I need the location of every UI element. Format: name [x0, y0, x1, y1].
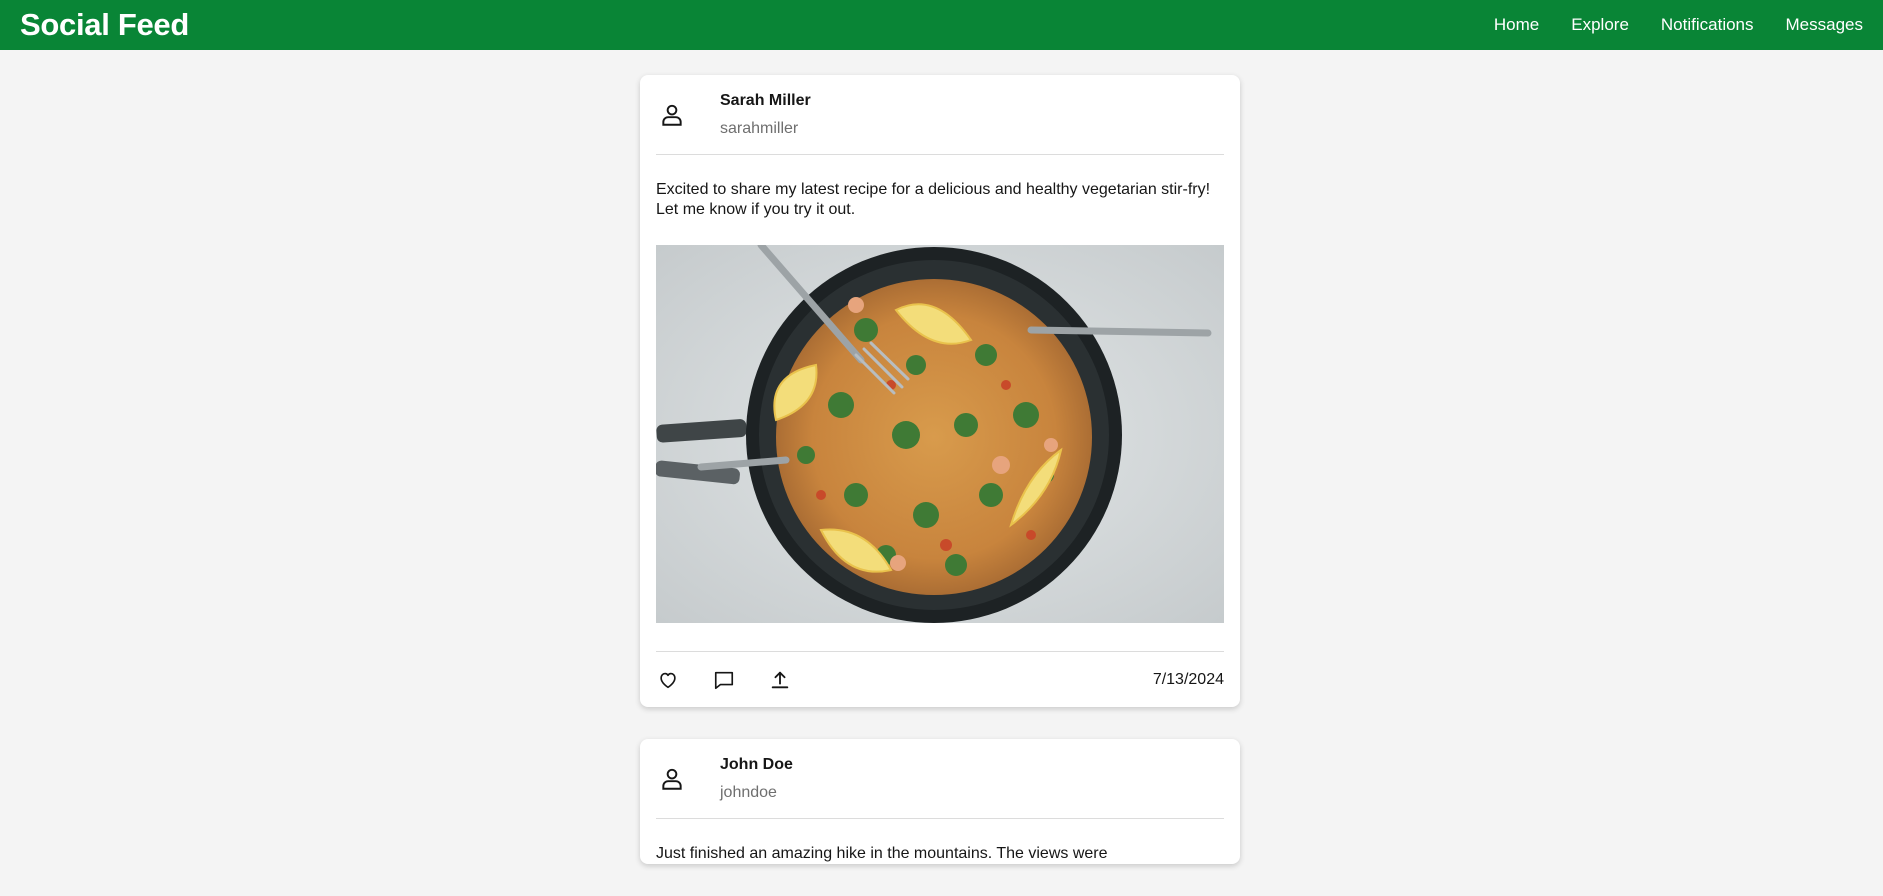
- user-icon[interactable]: [656, 763, 688, 795]
- post-image[interactable]: [656, 245, 1224, 623]
- nav-notifications[interactable]: Notifications: [1661, 15, 1754, 35]
- user-icon[interactable]: [656, 99, 688, 131]
- share-icon[interactable]: [768, 668, 792, 692]
- post-text: Excited to share my latest recipe for a …: [656, 181, 1211, 218]
- heart-icon[interactable]: [656, 668, 680, 692]
- app-header: Social Feed Home Explore Notifications M…: [0, 0, 1883, 50]
- post-text: Just finished an amazing hike in the mou…: [656, 845, 1108, 862]
- nav-messages[interactable]: Messages: [1786, 15, 1863, 35]
- author-handle: sarahmiller: [720, 119, 799, 137]
- post-footer: 7/13/2024: [656, 651, 1224, 707]
- main-nav: Home Explore Notifications Messages: [1494, 15, 1863, 35]
- nav-explore[interactable]: Explore: [1571, 15, 1629, 35]
- comment-icon[interactable]: [712, 668, 736, 692]
- author-handle: johndoe: [720, 783, 777, 801]
- post-header: John Doe johndoe: [656, 739, 1224, 819]
- user-meta: Sarah Miller sarahmiller: [720, 92, 811, 138]
- user-meta: John Doe johndoe: [720, 756, 793, 802]
- post-card: John Doe johndoe Just finished an amazin…: [640, 739, 1240, 864]
- author-name[interactable]: John Doe: [720, 756, 793, 774]
- app-title: Social Feed: [20, 7, 189, 42]
- post-date: 7/13/2024: [1152, 670, 1224, 688]
- author-name[interactable]: Sarah Miller: [720, 92, 811, 110]
- feed: Sarah Miller sarahmiller Excited to shar…: [640, 75, 1240, 896]
- post-header: Sarah Miller sarahmiller: [656, 75, 1224, 155]
- post-card: Sarah Miller sarahmiller Excited to shar…: [640, 75, 1240, 707]
- nav-home[interactable]: Home: [1494, 15, 1539, 35]
